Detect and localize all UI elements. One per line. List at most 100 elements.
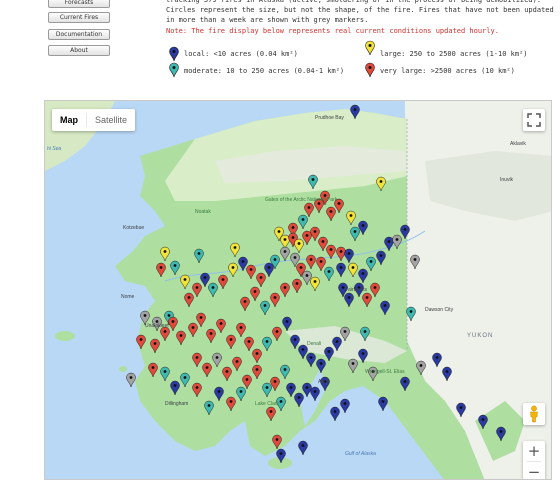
marker-center-dot	[221, 278, 225, 281]
zoom-in-button[interactable]: +	[523, 441, 545, 461]
legend-local-label: local: <10 acres (0.04 km²)	[184, 50, 298, 58]
marker-center-dot	[459, 406, 463, 409]
marker-center-dot	[203, 276, 207, 279]
marker-center-dot	[301, 444, 305, 447]
fullscreen-button[interactable]	[523, 109, 545, 131]
marker-center-dot	[317, 202, 321, 205]
marker-center-dot	[239, 326, 243, 329]
marker-center-dot	[225, 370, 229, 373]
marker-center-dot	[347, 252, 351, 255]
marker-center-dot	[333, 410, 337, 413]
nav-forecasts-button[interactable]: Forecasts	[48, 0, 110, 8]
nav-about-button[interactable]: About	[48, 45, 110, 56]
marker-center-dot	[279, 452, 283, 455]
marker-center-dot	[481, 418, 485, 421]
marker-center-dot	[285, 320, 289, 323]
marker-center-dot	[387, 240, 391, 243]
marker-center-dot	[129, 376, 133, 379]
marker-center-dot	[233, 246, 237, 249]
marker-center-dot	[419, 364, 423, 367]
marker-center-dot	[289, 386, 293, 389]
marker-center-dot	[277, 230, 281, 233]
marker-center-dot	[357, 286, 361, 289]
marker-center-dot	[273, 380, 277, 383]
legend-moderate-label: moderate: 10 to 250 acres (0.04-1 km²)	[184, 67, 345, 75]
marker-center-dot	[343, 330, 347, 333]
marker-center-dot	[239, 390, 243, 393]
map-type-map-button[interactable]: Map	[52, 109, 86, 131]
marker-center-dot	[151, 366, 155, 369]
marker-center-dot	[235, 360, 239, 363]
marker-center-dot	[361, 224, 365, 227]
marker-center-dot	[353, 230, 357, 233]
marker-center-dot	[153, 342, 157, 345]
marker-center-dot	[291, 226, 295, 229]
zoom-control: + −	[523, 441, 545, 479]
marker-center-dot	[207, 404, 211, 407]
marker-center-dot	[273, 258, 277, 261]
map-type-satellite-button[interactable]: Satellite	[87, 109, 135, 131]
marker-center-dot	[329, 210, 333, 213]
marker-center-dot	[299, 266, 303, 269]
marker-center-dot	[163, 330, 167, 333]
marker-center-dot	[283, 250, 287, 253]
marker-center-dot	[293, 256, 297, 259]
marker-center-dot	[361, 352, 365, 355]
marker-center-dot	[279, 400, 283, 403]
marker-center-dot	[171, 320, 175, 323]
marker-center-dot	[173, 384, 177, 387]
marker-center-dot	[255, 368, 259, 371]
nav-documentation-button[interactable]: Documentation	[48, 29, 110, 40]
marker-center-dot	[155, 320, 159, 323]
marker-center-dot	[361, 272, 365, 275]
marker-center-dot	[265, 340, 269, 343]
marker-center-dot	[351, 362, 355, 365]
marker-center-dot	[211, 286, 215, 289]
marker-center-dot	[253, 290, 257, 293]
marker-center-dot	[255, 352, 259, 355]
legend-moderate: moderate: 10 to 250 acres (0.04-1 km²)	[168, 62, 358, 78]
zoom-out-button[interactable]: −	[523, 462, 545, 479]
legend-large: large: 250 to 2500 acres (1-10 km²)	[364, 40, 554, 58]
marker-center-dot	[199, 316, 203, 319]
marker-center-dot	[191, 326, 195, 329]
marker-center-dot	[187, 296, 191, 299]
marker-center-dot	[295, 282, 299, 285]
marker-center-dot	[195, 286, 199, 289]
marker-center-dot	[269, 410, 273, 413]
marker-center-dot	[313, 280, 317, 283]
marker-center-dot	[163, 370, 167, 373]
marker-center-dot	[323, 194, 327, 197]
marker-center-dot	[305, 234, 309, 237]
marker-center-dot	[143, 314, 147, 317]
marker-center-dot	[219, 322, 223, 325]
marker-center-dot	[335, 340, 339, 343]
nav-current-fires-button[interactable]: Current Fires	[48, 12, 110, 23]
marker-center-dot	[373, 286, 377, 289]
marker-center-dot	[231, 266, 235, 269]
marker-center-dot	[311, 178, 315, 181]
marker-center-dot	[309, 258, 313, 261]
map-type-control: Map Satellite	[52, 109, 136, 131]
alaska-map-canvas[interactable]	[45, 101, 552, 480]
marker-center-dot	[267, 266, 271, 269]
marker-center-dot	[293, 338, 297, 341]
marker-center-dot	[347, 296, 351, 299]
very-large-marker-icon	[365, 62, 375, 78]
fire-map[interactable]: Prudhoe Bay Kotzebue Nome Anch YUKON Daw…	[44, 100, 552, 480]
marker-center-dot	[383, 304, 387, 307]
marker-center-dot	[209, 332, 213, 335]
local-marker-icon	[169, 46, 179, 62]
legend-very-large: very large: >2500 acres (10 km²)	[364, 62, 554, 78]
marker-center-dot	[409, 310, 413, 313]
marker-center-dot	[327, 270, 331, 273]
marker-center-dot	[371, 370, 375, 373]
marker-center-dot	[323, 380, 327, 383]
marker-center-dot	[159, 266, 163, 269]
marker-center-dot	[283, 238, 287, 241]
marker-center-dot	[413, 258, 417, 261]
marker-center-dot	[243, 300, 247, 303]
marker-center-dot	[321, 240, 325, 243]
marker-center-dot	[445, 370, 449, 373]
street-view-button[interactable]	[523, 403, 545, 425]
